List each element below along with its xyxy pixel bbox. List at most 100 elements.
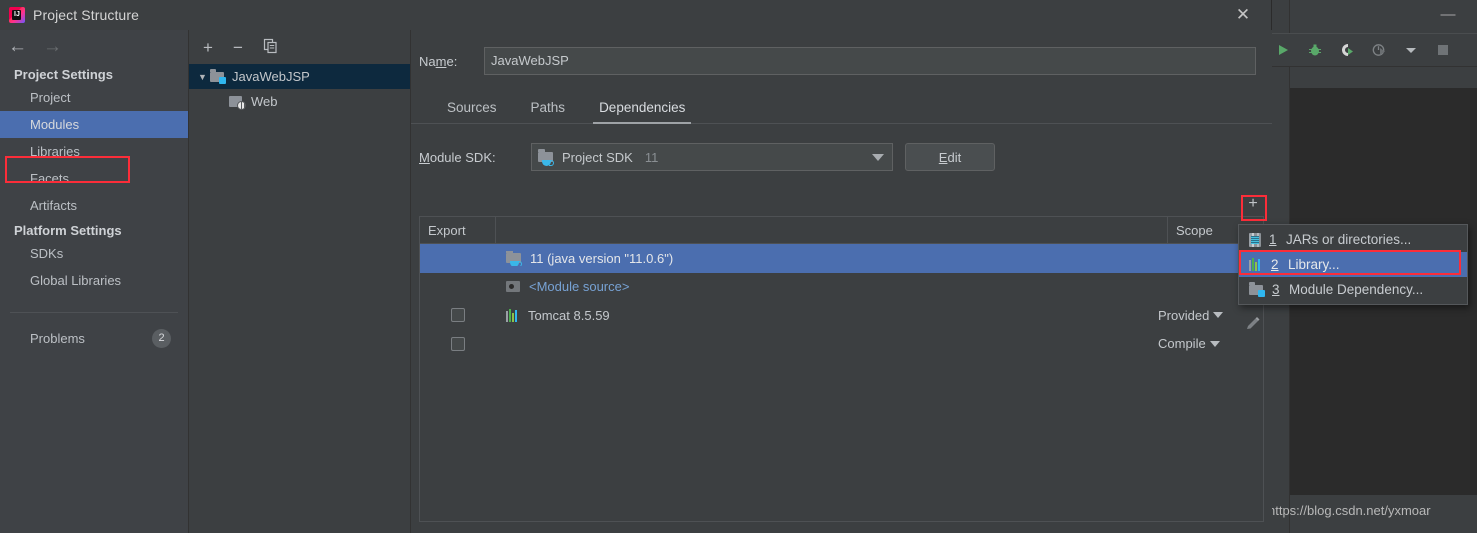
dependency-name-cell: 11 (java version "11.0.6") [496,251,1158,266]
menu-item-number: 2 [1271,257,1280,272]
module-tabs: Sources Paths Dependencies [411,90,1272,124]
sidebar-group-project-settings: Project Settings [0,63,188,84]
module-source-icon [506,280,521,293]
menu-item-number: 3 [1272,282,1281,297]
sdk-icon [506,251,522,265]
dependency-name-cell: Tomcat 8.5.59 [496,308,1158,323]
dependencies-table: Export Scope 11 (java version "11.0.6") [419,216,1264,522]
chevron-down-icon[interactable] [1210,341,1220,347]
sidebar-item-project[interactable]: Project [0,84,188,111]
remove-module-button[interactable]: − [233,39,243,56]
table-row[interactable]: 11 (java version "11.0.6") [420,244,1263,273]
module-sdk-label: Module SDK: [419,150,519,165]
menu-item-label: JARs or directories... [1286,232,1411,247]
module-detail-panel: Name: JavaWebJSP Sources Paths Dependenc… [411,30,1272,533]
module-folder-icon [210,70,225,83]
table-row[interactable]: Tomcat 8.5.59 Provided [420,301,1263,330]
table-row[interactable]: <Module source> [420,273,1263,302]
module-sdk-value: Project SDK [562,150,633,165]
name-label: Name: [419,54,484,69]
tree-node-web[interactable]: Web [189,89,410,114]
column-header-name [496,217,1168,243]
profile-icon[interactable] [1370,41,1388,59]
module-name-input[interactable]: JavaWebJSP [484,47,1256,75]
menu-item-label: Library... [1288,257,1340,272]
sidebar-item-problems[interactable]: Problems 2 [0,325,188,352]
dialog-title: Project Structure [33,7,139,23]
dependency-name-label: <Module source> [529,279,629,294]
library-icon [506,309,520,322]
tab-sources[interactable]: Sources [433,96,511,123]
problems-count-badge: 2 [152,329,171,348]
module-sdk-row: Module SDK: Project SDK 11 Edit [411,142,1272,172]
export-checkbox[interactable] [451,308,465,322]
chevron-down-icon[interactable] [872,154,884,161]
close-icon[interactable]: ✕ [1231,3,1255,27]
ide-run-toolbar [1268,33,1477,67]
add-module-button[interactable]: + [203,39,213,56]
sidebar-item-sdks[interactable]: SDKs [0,240,188,267]
export-checkbox[interactable] [451,337,465,351]
sidebar-item-global-libraries[interactable]: Global Libraries [0,267,188,294]
table-row[interactable]: -杨 aWEB\web\WEB-INF\lib Compile [420,330,1263,359]
dependency-name-label: Tomcat 8.5.59 [528,308,610,323]
module-name-row: Name: JavaWebJSP [411,44,1272,78]
tree-node-label: JavaWebJSP [232,69,310,84]
stop-icon[interactable] [1434,41,1452,59]
jar-icon [1249,233,1261,247]
module-sdk-version: 11 [645,150,659,165]
chevron-down-icon[interactable]: ▼ [195,72,210,82]
dependency-scope-label: Provided [1158,308,1209,323]
export-checkbox-cell[interactable] [420,308,496,322]
forward-icon[interactable]: → [43,37,62,56]
menu-item-jars-or-directories[interactable]: 1 JARs or directories... [1239,227,1467,252]
dialog-body: ← → Project Settings Project Modules Lib… [0,30,1272,533]
project-structure-dialog: IJ Project Structure ✕ ← → Project Setti… [0,0,1272,533]
sidebar-item-artifacts[interactable]: Artifacts [0,192,188,219]
dependency-scope-cell[interactable]: Compile [1158,336,1263,351]
intellij-idea-icon: IJ [9,7,25,23]
back-icon[interactable]: ← [8,37,27,56]
column-header-export[interactable]: Export [420,217,496,243]
menu-item-number: 1 [1269,232,1278,247]
dependency-name-label: 11 (java version "11.0.6") [530,251,673,266]
copy-module-icon[interactable] [263,38,279,57]
sidebar-item-modules[interactable]: Modules [0,111,188,138]
debug-icon[interactable] [1306,41,1324,59]
chevron-down-icon[interactable] [1402,41,1420,59]
export-checkbox-cell[interactable] [420,337,496,351]
settings-sidebar: ← → Project Settings Project Modules Lib… [0,30,189,533]
sidebar-divider [10,312,178,313]
run-icon[interactable] [1274,41,1292,59]
menu-item-label: Module Dependency... [1289,282,1423,297]
add-dependency-button[interactable]: + [1242,192,1264,216]
dependency-name-cell: <Module source> [496,279,1158,294]
library-icon [1249,258,1263,271]
menu-item-library[interactable]: 2 Library... [1239,252,1467,277]
dialog-title-bar: IJ Project Structure ✕ [0,0,1271,30]
tree-node-javawebjsp[interactable]: ▼ JavaWebJSP [189,64,410,89]
module-sdk-combo[interactable]: Project SDK 11 [531,143,893,171]
sidebar-item-problems-label: Problems [30,331,85,346]
sidebar-item-libraries[interactable]: Libraries [0,138,188,165]
sidebar-nav-buttons: ← → [0,30,188,63]
web-facet-icon [229,95,244,108]
run-with-coverage-icon[interactable] [1338,41,1356,59]
sidebar-item-facets[interactable]: Facets [0,165,188,192]
edit-dependency-button[interactable] [1242,312,1264,336]
add-dependency-menu: 1 JARs or directories... 2 Library... 3 … [1238,224,1468,305]
tab-paths[interactable]: Paths [517,96,580,123]
module-folder-icon [1249,283,1264,296]
dependencies-table-header: Export Scope [420,217,1263,244]
tab-dependencies[interactable]: Dependencies [585,96,699,123]
modules-tree-toolbar: + − [189,30,410,64]
chevron-down-icon[interactable] [1213,312,1223,318]
dependency-scope-label: Compile [1158,336,1206,351]
sidebar-group-platform-settings: Platform Settings [0,219,188,240]
watermark-text: https://blog.csdn.net/yxmoar [1268,503,1431,518]
window-minimize-button[interactable]: — [1437,6,1459,24]
edit-sdk-button[interactable]: Edit [905,143,995,171]
sdk-icon [538,150,554,164]
tree-node-label: Web [251,94,278,109]
menu-item-module-dependency[interactable]: 3 Module Dependency... [1239,277,1467,302]
